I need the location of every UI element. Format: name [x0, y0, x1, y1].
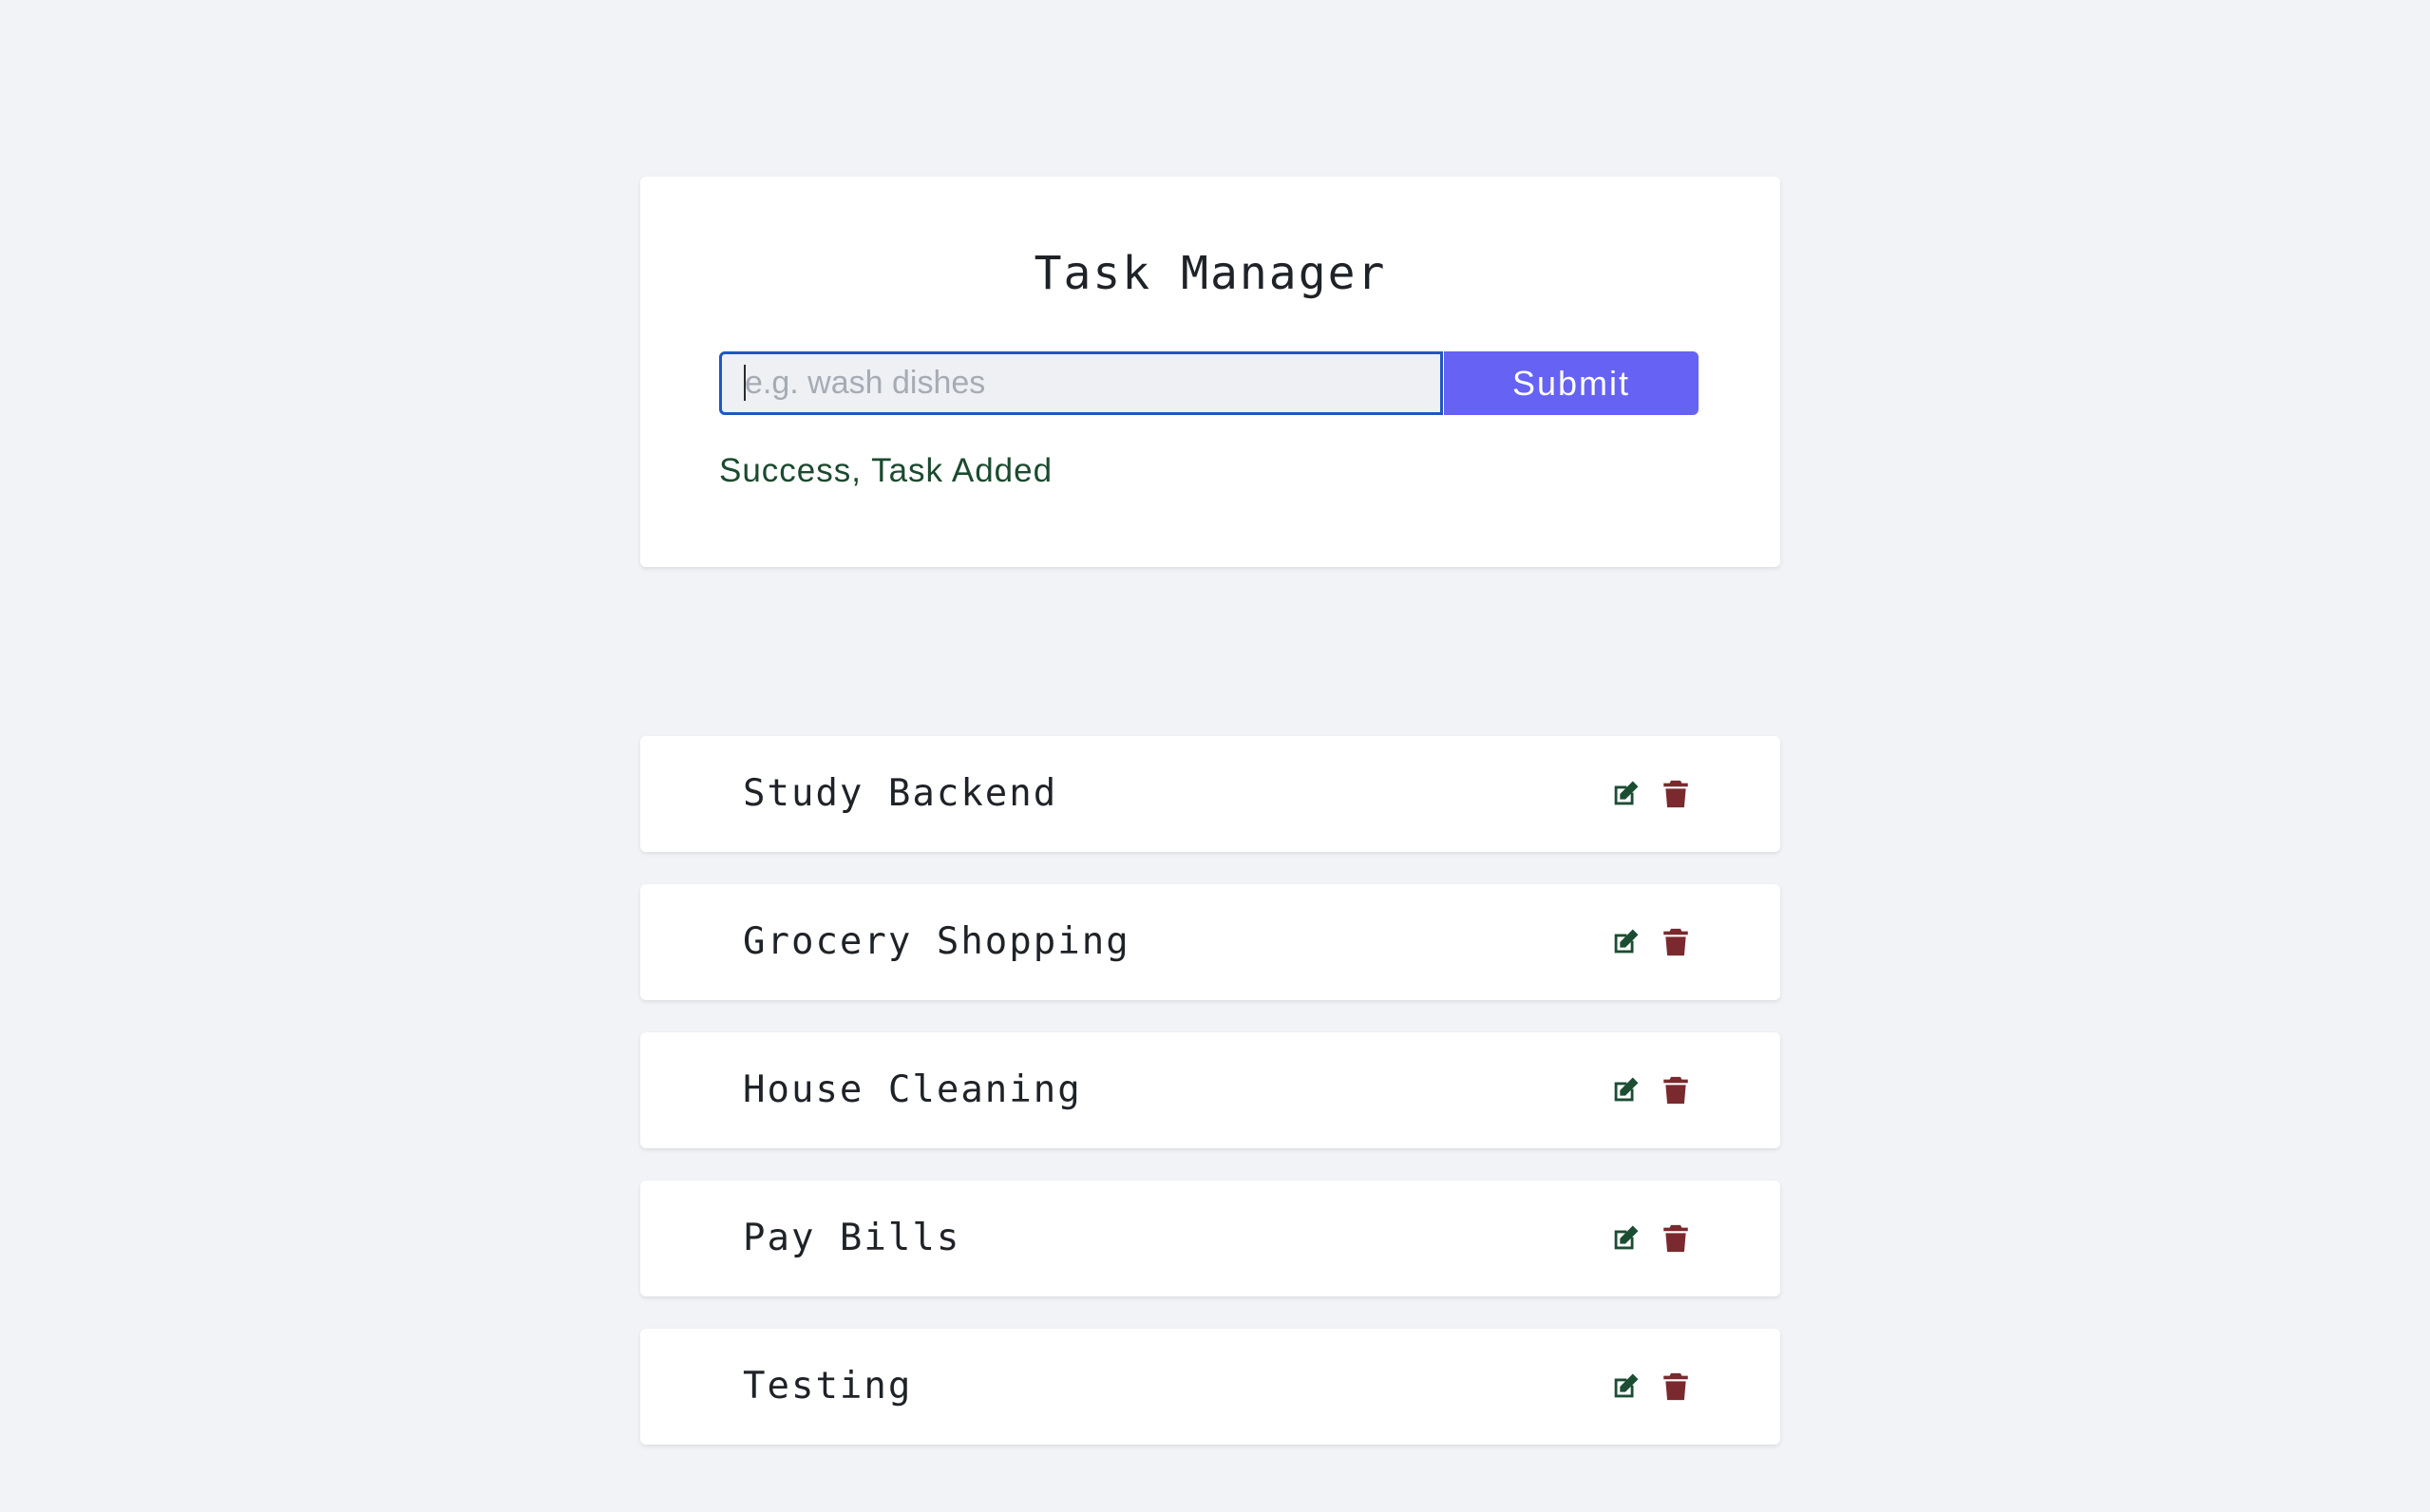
edit-icon	[1614, 781, 1639, 805]
task-item: House Cleaning	[640, 1032, 1780, 1148]
task-name: Testing	[743, 1365, 913, 1408]
edit-icon	[1614, 929, 1639, 954]
trash-icon	[1663, 780, 1688, 808]
delete-task-button[interactable]	[1660, 1074, 1692, 1106]
edit-task-button[interactable]	[1609, 926, 1642, 958]
delete-task-button[interactable]	[1660, 926, 1692, 958]
edit-icon	[1614, 1077, 1639, 1102]
task-list: Study Backend Grocery Shopping House Cle…	[640, 736, 1780, 1477]
task-name: House Cleaning	[743, 1068, 1082, 1111]
text-cursor	[744, 365, 746, 401]
task-name: Study Backend	[743, 772, 1058, 815]
trash-icon	[1663, 1076, 1688, 1105]
submit-button[interactable]: Submit	[1444, 351, 1699, 415]
task-form-card: Task Manager Submit Success, Task Added	[640, 177, 1780, 567]
delete-task-button[interactable]	[1660, 778, 1692, 810]
page-title: Task Manager	[1034, 247, 1387, 300]
edit-icon	[1614, 1225, 1639, 1250]
task-item: Study Backend	[640, 736, 1780, 852]
delete-task-button[interactable]	[1660, 1370, 1692, 1403]
edit-task-button[interactable]	[1609, 778, 1642, 810]
edit-task-button[interactable]	[1609, 1074, 1642, 1106]
delete-task-button[interactable]	[1660, 1222, 1692, 1255]
task-item: Pay Bills	[640, 1181, 1780, 1296]
task-name: Grocery Shopping	[743, 920, 1130, 963]
task-item: Grocery Shopping	[640, 884, 1780, 1000]
trash-icon	[1663, 1224, 1688, 1253]
trash-icon	[1663, 928, 1688, 956]
edit-task-button[interactable]	[1609, 1222, 1642, 1255]
edit-icon	[1614, 1373, 1639, 1398]
task-input[interactable]	[719, 351, 1443, 415]
success-alert: Success, Task Added	[719, 452, 1054, 489]
edit-task-button[interactable]	[1609, 1370, 1642, 1403]
task-name: Pay Bills	[743, 1217, 961, 1259]
trash-icon	[1663, 1372, 1688, 1401]
task-item: Testing	[640, 1329, 1780, 1445]
